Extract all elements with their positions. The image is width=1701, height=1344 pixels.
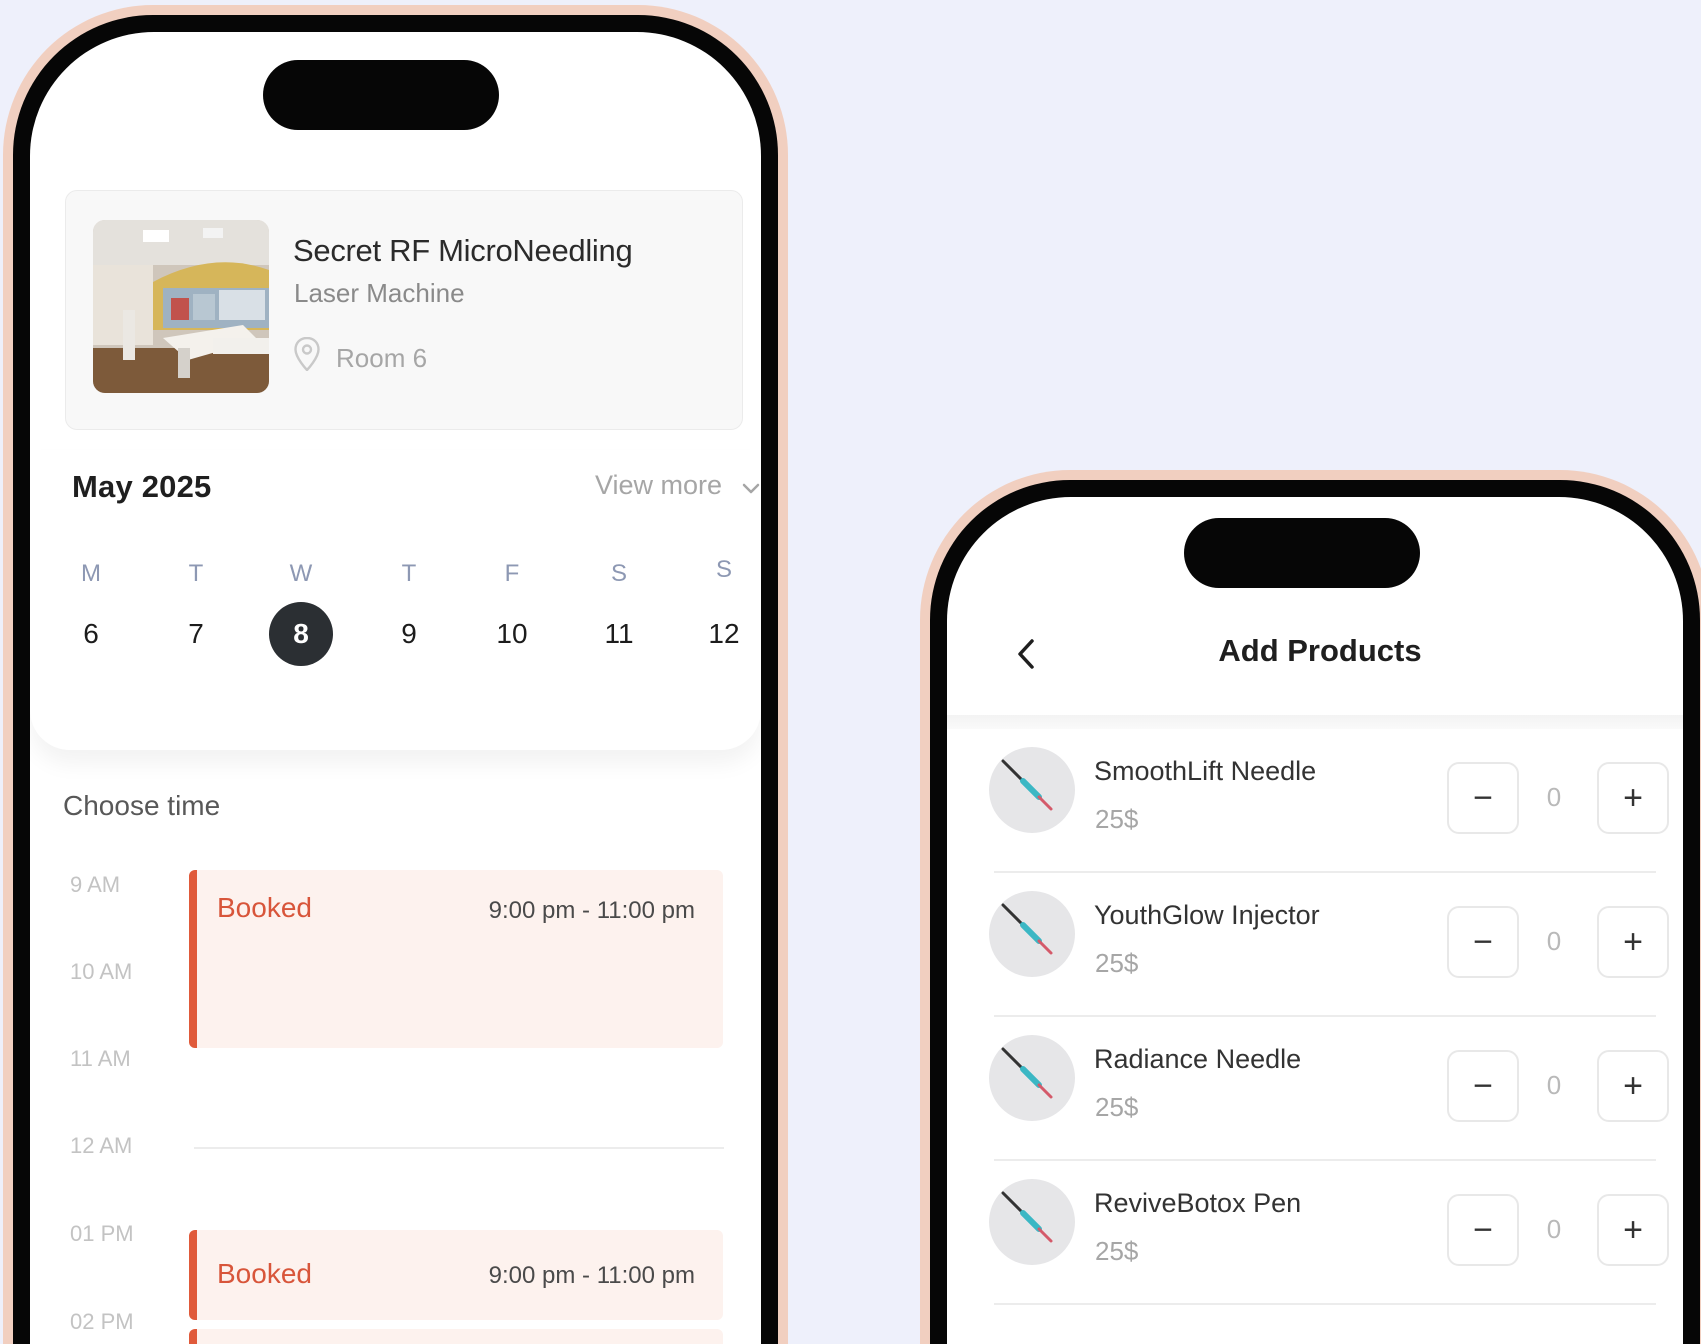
decrease-button[interactable]: − (1447, 1194, 1519, 1266)
product-price: 25$ (1095, 1092, 1139, 1122)
view-more-link[interactable]: View more (595, 470, 722, 501)
time-label: 02 PM (70, 1309, 134, 1334)
service-location: Room 6 (336, 343, 428, 373)
product-name: ReviveBotox Pen (1094, 1188, 1302, 1218)
day-6[interactable]: 6 (59, 602, 123, 666)
phone-bezel: Add Products SmoothLift Needle 25$ − 0 +… (930, 480, 1700, 1344)
needle-icon (989, 891, 1075, 977)
choose-time-heading: Choose time (63, 790, 221, 821)
time-label: 9 AM (70, 872, 121, 897)
weekday-label: S (715, 556, 732, 583)
booked-slot-partial[interactable] (189, 1329, 723, 1344)
dynamic-island (1184, 518, 1420, 588)
product-price: 25$ (1095, 1236, 1139, 1266)
slot-time-range: 9:00 pm - 11:00 pm (488, 1262, 695, 1289)
dynamic-island (263, 60, 499, 130)
header-divider (947, 715, 1683, 729)
needle-icon (989, 1179, 1075, 1265)
quantity-value: 0 (1546, 1070, 1562, 1100)
day-9[interactable]: 9 (377, 602, 441, 666)
product-name: YouthGlow Injector (1094, 900, 1320, 930)
weekday-label: F (504, 560, 520, 587)
needle-icon (989, 1035, 1075, 1121)
calendar-month: May 2025 (72, 469, 212, 504)
booked-slot[interactable]: Booked 9:00 pm - 11:00 pm (189, 1230, 723, 1320)
day-12[interactable]: 12 (692, 602, 756, 666)
weekday-label: M (81, 560, 101, 587)
products-screen: Add Products SmoothLift Needle 25$ − 0 +… (947, 497, 1683, 1344)
increase-button[interactable]: + (1597, 906, 1669, 978)
needle-icon (989, 747, 1075, 833)
product-price: 25$ (1095, 948, 1139, 978)
booking-screen: Secret RF MicroNeedling Laser Machine Ro… (30, 32, 761, 1344)
weekday-label: W (289, 560, 313, 587)
products-phone-frame: Add Products SmoothLift Needle 25$ − 0 +… (920, 470, 1701, 1344)
decrease-button[interactable]: − (1447, 762, 1519, 834)
page-title: Add Products (1218, 633, 1422, 668)
phone-bezel: Secret RF MicroNeedling Laser Machine Ro… (13, 15, 778, 1344)
product-row: ReviveBotox Pen 25$ − 0 + (947, 1161, 1683, 1305)
treatment-room-image (93, 220, 269, 393)
booked-slot[interactable]: Booked 9:00 pm - 11:00 pm (189, 870, 723, 1048)
product-price: 25$ (1095, 804, 1139, 834)
day-10[interactable]: 10 (480, 602, 544, 666)
weekday-label: T (401, 560, 417, 587)
increase-button[interactable]: + (1597, 1194, 1669, 1266)
increase-button[interactable]: + (1597, 1050, 1669, 1122)
product-row: SmoothLift Needle 25$ − 0 + (947, 729, 1683, 873)
chevron-down-icon[interactable] (741, 481, 761, 495)
row-divider (994, 1303, 1656, 1305)
time-label: 10 AM (70, 959, 133, 984)
product-row: YouthGlow Injector 25$ − 0 + (947, 873, 1683, 1017)
weekday-label: S (610, 560, 627, 587)
service-card[interactable]: Secret RF MicroNeedling Laser Machine Ro… (65, 190, 743, 430)
service-title: Secret RF MicroNeedling (293, 233, 633, 268)
day-7[interactable]: 7 (164, 602, 228, 666)
quantity-value: 0 (1546, 782, 1562, 812)
time-label: 11 AM (70, 1046, 131, 1071)
slot-time-range: 9:00 pm - 11:00 pm (488, 897, 695, 924)
quantity-value: 0 (1546, 1214, 1562, 1244)
product-row: Radiance Needle 25$ − 0 + (947, 1017, 1683, 1161)
map-pin-icon (294, 337, 320, 371)
decrease-button[interactable]: − (1447, 1050, 1519, 1122)
product-name: SmoothLift Needle (1094, 756, 1317, 786)
time-label: 01 PM (70, 1221, 134, 1246)
time-label: 12 AM (70, 1133, 133, 1158)
weekday-label: T (188, 560, 204, 587)
service-subtitle: Laser Machine (294, 278, 465, 308)
day-11[interactable]: 11 (587, 602, 651, 666)
quantity-value: 0 (1546, 926, 1562, 956)
time-grid-line (194, 1147, 724, 1149)
decrease-button[interactable]: − (1447, 906, 1519, 978)
slot-status: Booked (217, 1258, 312, 1289)
day-8-selected[interactable]: 8 (269, 602, 333, 666)
booking-phone-frame: Secret RF MicroNeedling Laser Machine Ro… (3, 5, 788, 1344)
product-name: Radiance Needle (1094, 1044, 1302, 1074)
increase-button[interactable]: + (1597, 762, 1669, 834)
slot-status: Booked (217, 892, 312, 923)
